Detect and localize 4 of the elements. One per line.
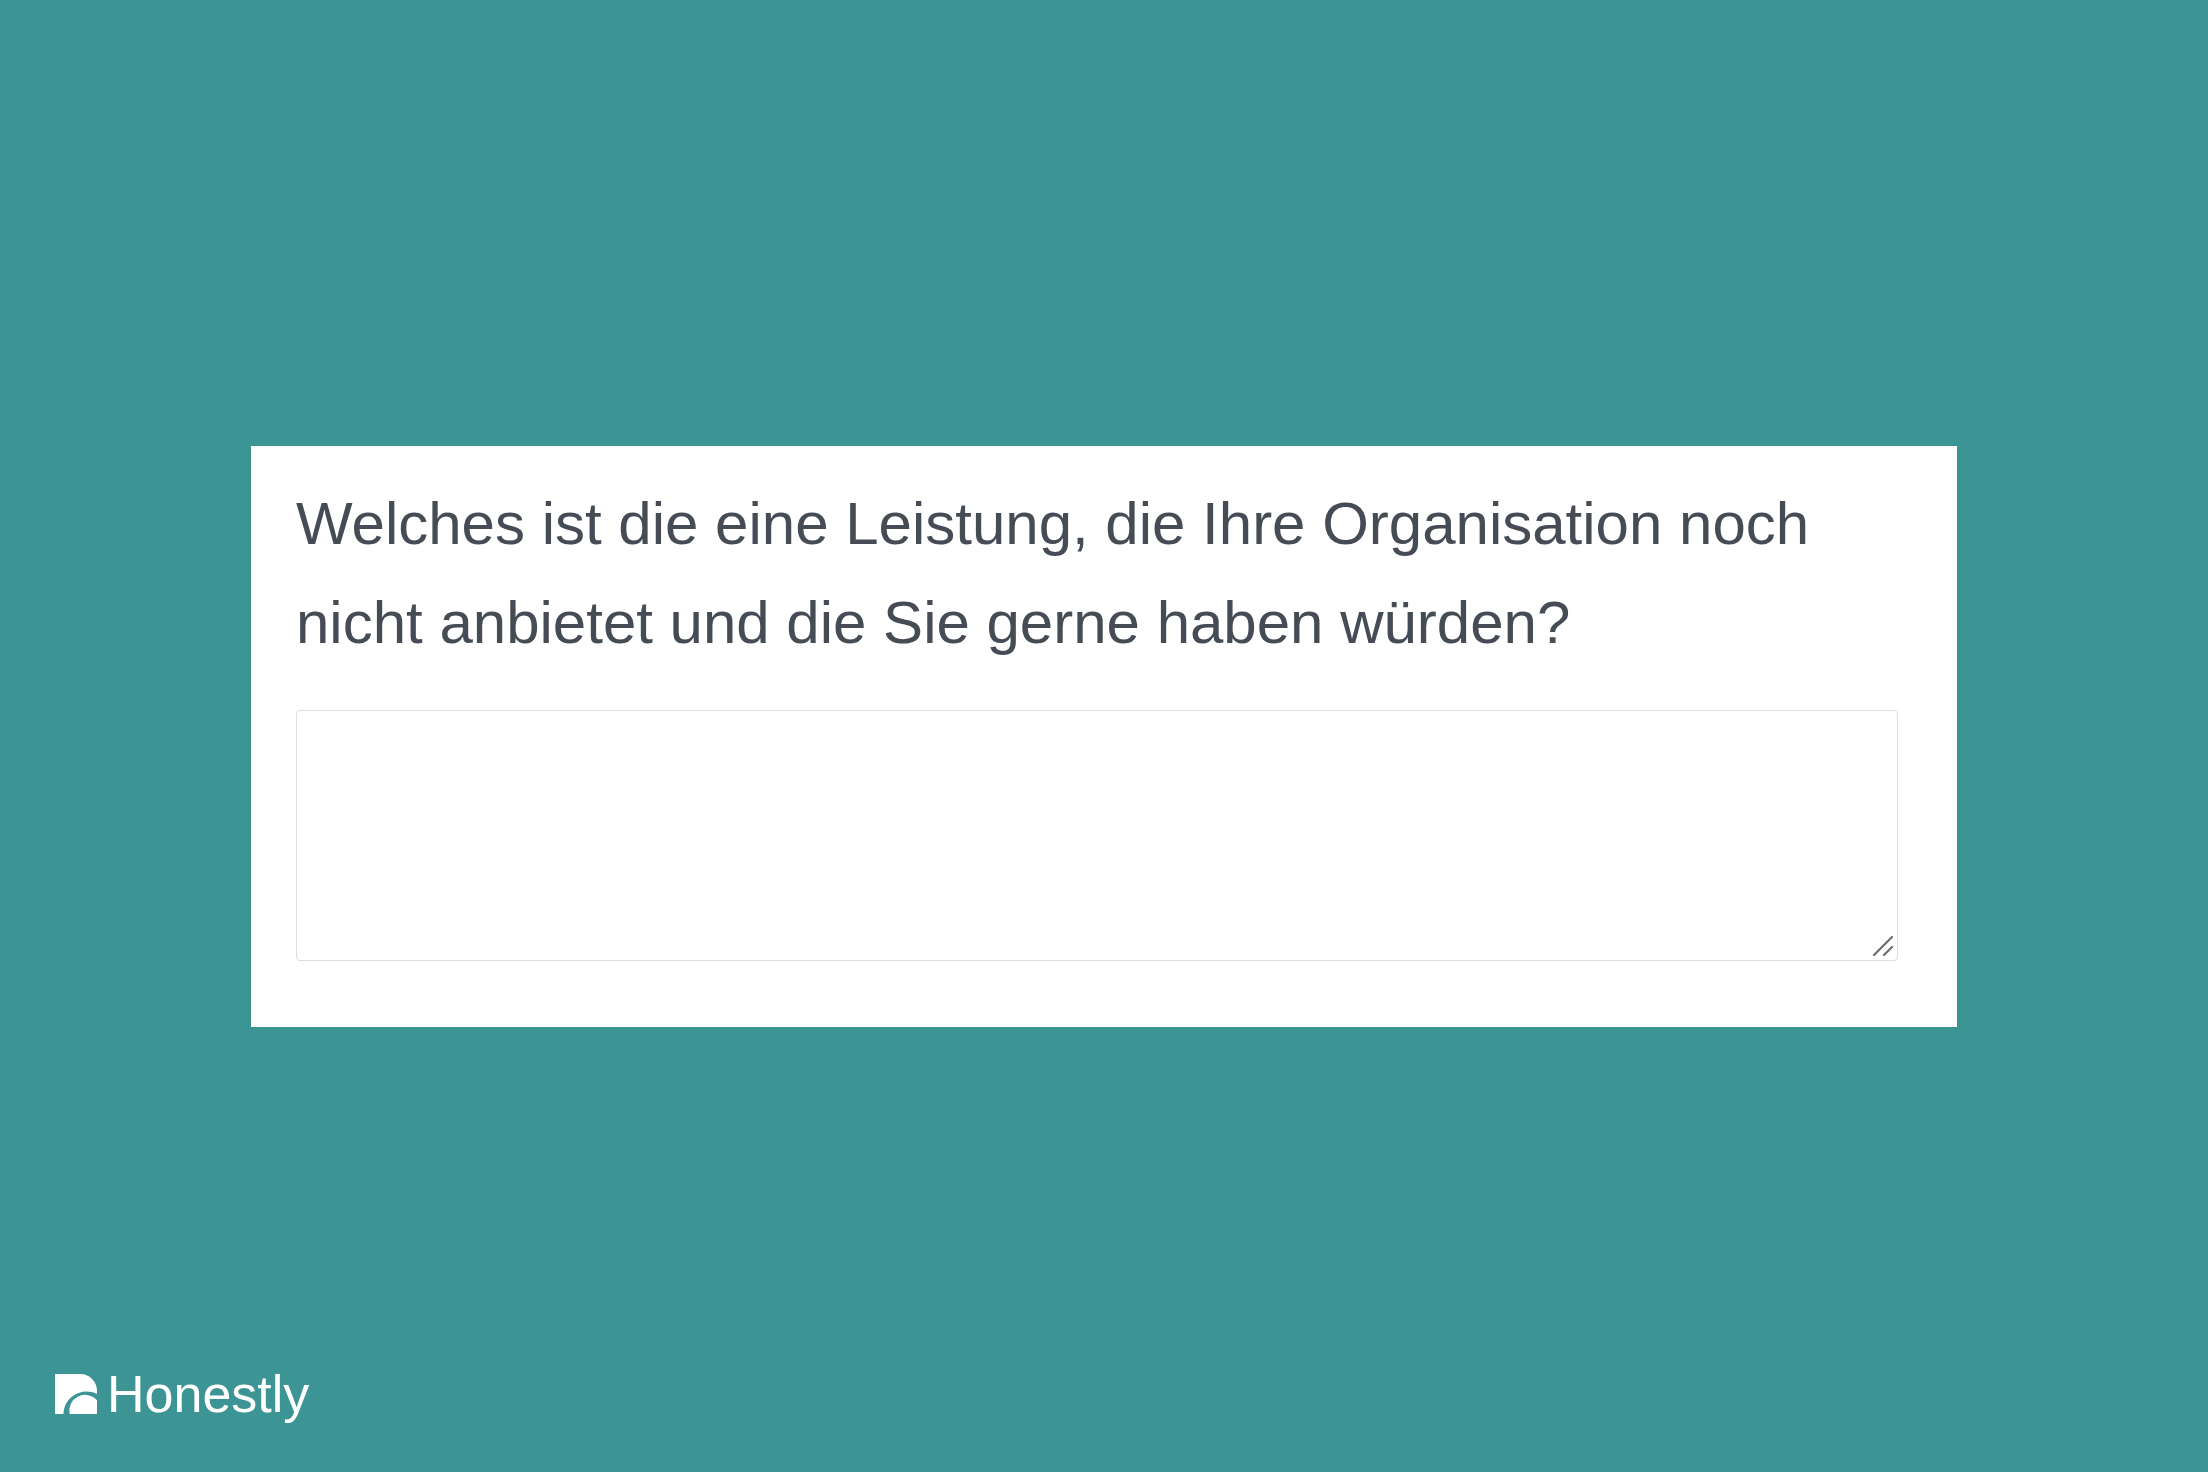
- brand-name: Honestly: [107, 1366, 310, 1422]
- question-text: Welches ist die eine Leistung, die Ihre Organisation noch nicht anbietet und die Sie gerne haben würden?: [296, 488, 1811, 658]
- logo-icon: [55, 1374, 97, 1414]
- resize-handle-icon[interactable]: [1872, 934, 1894, 957]
